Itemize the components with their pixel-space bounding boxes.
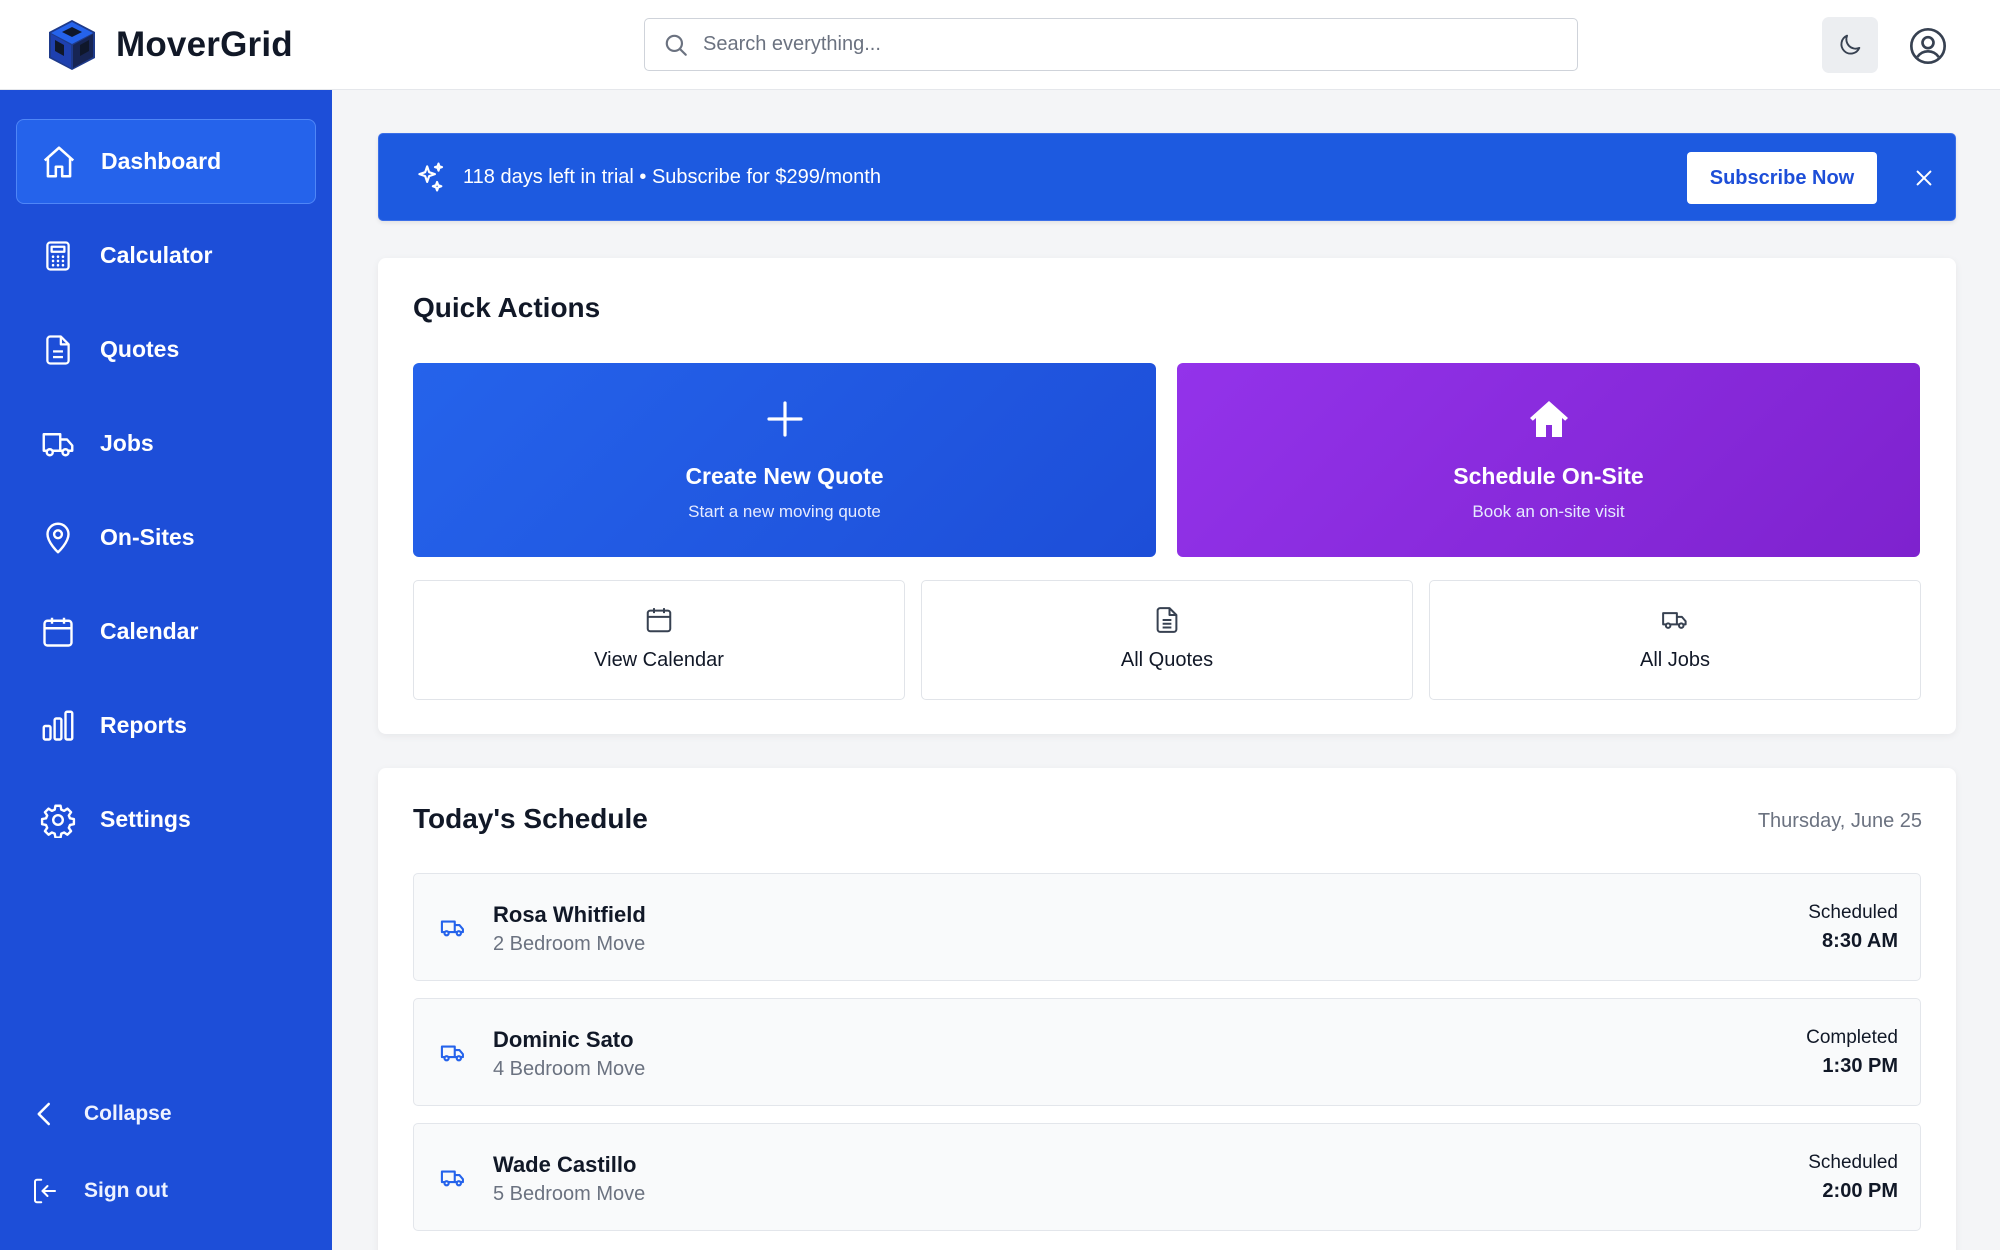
chevron-left-icon xyxy=(37,1102,50,1126)
document-icon xyxy=(1156,607,1178,633)
truck-icon xyxy=(1662,612,1687,629)
app-name: MoverGrid xyxy=(116,25,293,64)
sidebar-item-quotes[interactable]: Quotes xyxy=(16,307,316,392)
all-quotes-button[interactable]: All Quotes xyxy=(921,580,1413,700)
sidebar: Dashboard Calculator Quotes Jobs On-Site… xyxy=(0,90,332,1250)
search-bar[interactable] xyxy=(644,18,1578,71)
action-title: Create New Quote xyxy=(685,463,884,489)
sidebar-item-reports[interactable]: Reports xyxy=(16,683,316,768)
top-bar: MoverGrid xyxy=(0,0,2000,90)
truck-icon xyxy=(38,424,78,464)
calendar-icon xyxy=(38,612,78,652)
close-icon xyxy=(1916,170,1932,186)
create-new-quote-button[interactable]: Create New Quote Start a new moving quot… xyxy=(413,363,1156,557)
sign-out-label: Sign out xyxy=(84,1179,168,1202)
sidebar-item-on-sites[interactable]: On-Sites xyxy=(16,495,316,580)
schedule-row[interactable]: Dominic Sato 4 Bedroom Move Completed 1:… xyxy=(413,998,1921,1106)
sidebar-item-label: On-Sites xyxy=(100,524,195,550)
todays-schedule-card: Today's Schedule Thursday, June 25 Rosa … xyxy=(378,768,1956,1250)
document-icon xyxy=(38,330,78,370)
schedule-date: Thursday, June 25 xyxy=(1757,810,1922,832)
sidebar-item-label: Calendar xyxy=(100,618,199,644)
sidebar-item-calendar[interactable]: Calendar xyxy=(16,589,316,674)
appointment-time: 8:30 AM xyxy=(1822,930,1898,952)
sidebar-item-settings[interactable]: Settings xyxy=(16,777,316,862)
profile-button[interactable] xyxy=(1904,22,1952,70)
sidebar-item-label: Quotes xyxy=(100,336,180,362)
plus-icon xyxy=(766,401,803,437)
theme-toggle-button[interactable] xyxy=(1822,17,1878,73)
status-label: Scheduled xyxy=(1808,902,1898,923)
move-type: 2 Bedroom Move xyxy=(493,933,646,955)
trial-banner: 118 days left in trial • Subscribe for $… xyxy=(378,133,1956,221)
truck-icon xyxy=(440,1170,464,1187)
trial-message: 118 days left in trial • Subscribe for $… xyxy=(463,165,881,188)
action-label: All Jobs xyxy=(1639,649,1711,671)
status-label: Scheduled xyxy=(1808,1152,1898,1173)
home-icon xyxy=(39,142,79,182)
action-label: View Calendar xyxy=(594,649,724,671)
view-calendar-button[interactable]: View Calendar xyxy=(413,580,905,700)
gear-icon xyxy=(38,800,78,840)
schedule-title: Today's Schedule xyxy=(413,803,648,834)
action-subtitle: Start a new moving quote xyxy=(688,502,881,521)
sidebar-item-label: Dashboard xyxy=(101,148,222,174)
move-type: 4 Bedroom Move xyxy=(493,1058,646,1080)
customer-name: Rosa Whitfield xyxy=(493,902,646,927)
calendar-icon xyxy=(646,608,672,633)
sidebar-item-jobs[interactable]: Jobs xyxy=(16,401,316,486)
calculator-icon xyxy=(38,236,78,276)
action-subtitle: Book an on-site visit xyxy=(1472,502,1625,521)
sidebar-item-dashboard[interactable]: Dashboard xyxy=(16,119,316,204)
user-circle-icon xyxy=(1910,28,1946,64)
search-input[interactable] xyxy=(703,33,1577,56)
sidebar-item-calculator[interactable]: Calculator xyxy=(16,213,316,298)
sidebar-item-label: Calculator xyxy=(100,242,213,268)
customer-name: Wade Castillo xyxy=(493,1152,637,1177)
action-label: All Quotes xyxy=(1120,649,1214,671)
home-icon xyxy=(1529,401,1568,437)
sidebar-item-label: Settings xyxy=(100,806,191,832)
moon-icon xyxy=(1840,34,1861,55)
quick-actions-card: Quick Actions Create New Quote Start a n… xyxy=(378,258,1956,734)
schedule-row[interactable]: Wade Castillo 5 Bedroom Move Scheduled 2… xyxy=(413,1123,1921,1231)
schedule-on-site-button[interactable]: Schedule On-Site Book an on-site visit xyxy=(1177,363,1920,557)
bar-chart-icon xyxy=(38,706,78,746)
truck-icon xyxy=(440,920,464,937)
search-icon xyxy=(665,34,687,56)
appointment-time: 1:30 PM xyxy=(1822,1055,1898,1077)
brand[interactable]: MoverGrid xyxy=(46,18,293,72)
sidebar-item-label: Jobs xyxy=(100,430,154,456)
truck-icon xyxy=(440,1045,464,1062)
cube-logo-icon xyxy=(49,20,95,70)
sidebar-item-label: Reports xyxy=(100,712,187,738)
schedule-row[interactable]: Rosa Whitfield 2 Bedroom Move Scheduled … xyxy=(413,873,1921,981)
action-title: Schedule On-Site xyxy=(1453,463,1644,489)
close-banner-button[interactable] xyxy=(1909,163,1939,193)
appointment-time: 2:00 PM xyxy=(1822,1180,1898,1202)
sparkles-icon xyxy=(418,162,444,192)
all-jobs-button[interactable]: All Jobs xyxy=(1429,580,1921,700)
quick-actions-title: Quick Actions xyxy=(413,292,601,323)
collapse-label: Collapse xyxy=(84,1102,172,1125)
status-label: Completed xyxy=(1806,1027,1898,1048)
sign-out-icon xyxy=(34,1178,56,1204)
move-type: 5 Bedroom Move xyxy=(493,1183,646,1205)
subscribe-now-button[interactable]: Subscribe Now xyxy=(1687,152,1877,204)
customer-name: Dominic Sato xyxy=(493,1027,634,1052)
sign-out-button[interactable]: Sign out xyxy=(30,1176,168,1206)
collapse-button[interactable]: Collapse xyxy=(30,1099,172,1129)
map-pin-icon xyxy=(38,518,78,558)
